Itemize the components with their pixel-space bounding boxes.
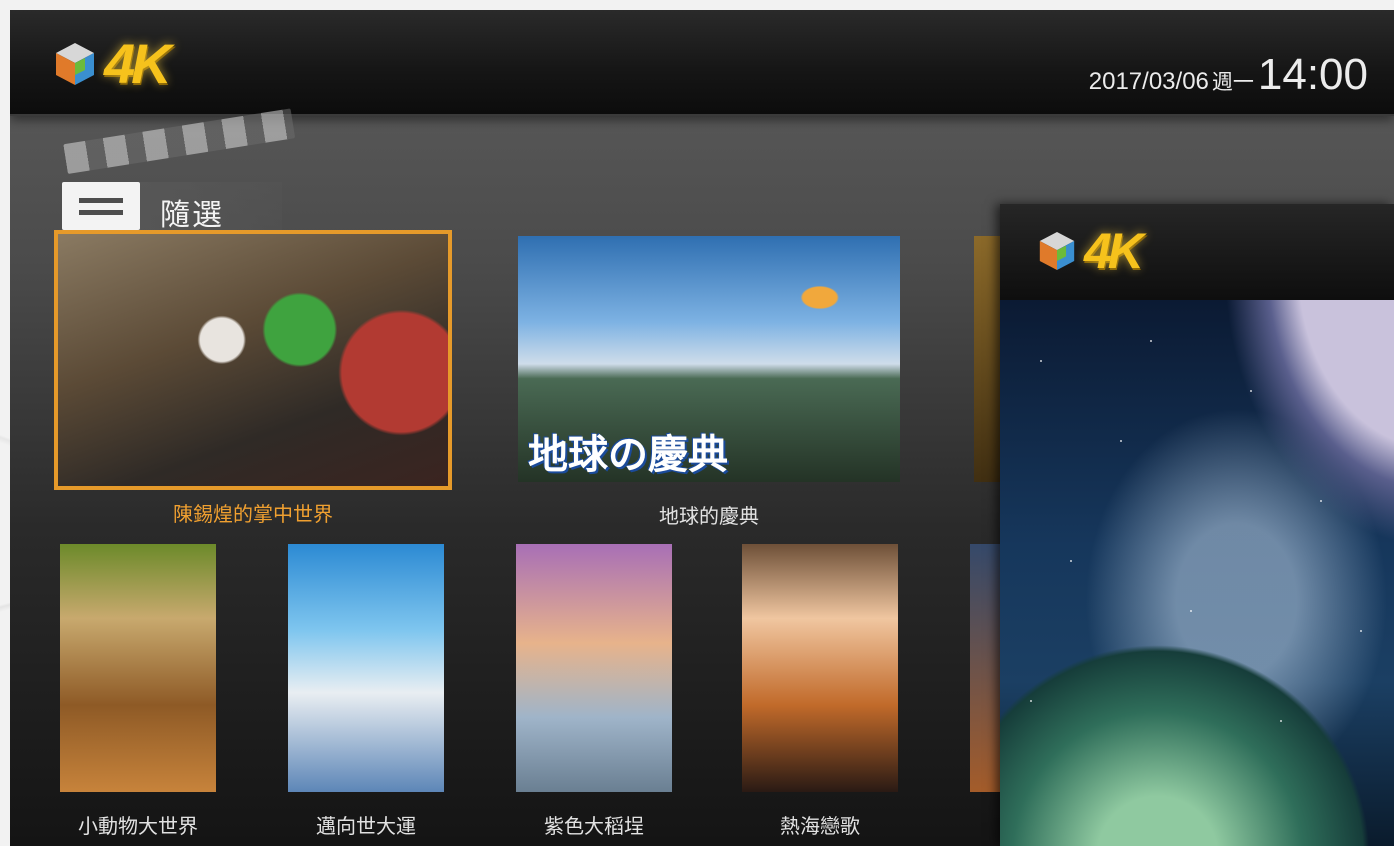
thumbnail-title-art: 地球の慶典 (528, 432, 728, 478)
featured-title: 地球的慶典 (659, 504, 759, 528)
space-background-image (1000, 300, 1394, 846)
menu-icon (79, 197, 123, 203)
poster-thumbnail (288, 544, 444, 792)
date-text: 2017/03/06 (1088, 68, 1209, 95)
tv-screen: 4K 2017/03/06 週一 14:00 隨選 陳錫煌的掌中世界 地球の慶典… (10, 10, 1394, 846)
logo-text: 4K (104, 32, 172, 95)
date-time: 2017/03/06 週一 14:00 (1089, 50, 1368, 100)
featured-card-2[interactable]: 地球の慶典 地球的慶典 (518, 236, 900, 536)
preview-overlay: 4K (1000, 204, 1394, 846)
featured-card-1[interactable]: 陳錫煌的掌中世界 (54, 230, 452, 534)
overlay-logo: 4K (1038, 223, 1144, 279)
poster-title: 紫色大稻埕 (544, 814, 644, 838)
featured-thumbnail (54, 230, 452, 490)
poster-card-2[interactable]: 邁向世大運 (288, 544, 444, 840)
cube-logo-icon (56, 43, 94, 85)
top-bar: 4K 2017/03/06 週一 14:00 (10, 10, 1394, 116)
menu-button[interactable] (62, 182, 140, 230)
poster-card-1[interactable]: 小動物大世界 (60, 544, 216, 840)
section-title: 隨選 (160, 198, 224, 233)
poster-card-3[interactable]: 紫色大稻埕 (516, 544, 672, 840)
clock-text: 14:00 (1257, 50, 1368, 99)
poster-thumbnail (60, 544, 216, 792)
weekday-text: 週一 (1211, 70, 1254, 94)
app-logo: 4K (54, 32, 172, 95)
cube-logo-icon (1039, 232, 1075, 270)
overlay-logo-text: 4K (1084, 223, 1144, 279)
poster-card-4[interactable]: 熱海戀歌 (742, 544, 898, 840)
featured-thumbnail: 地球の慶典 (518, 236, 900, 482)
poster-title: 邁向世大運 (316, 814, 416, 838)
overlay-header: 4K (1000, 204, 1394, 300)
poster-thumbnail (516, 544, 672, 792)
poster-thumbnail (742, 544, 898, 792)
poster-title: 熱海戀歌 (780, 814, 860, 838)
poster-title: 小動物大世界 (78, 814, 198, 838)
featured-title: 陳錫煌的掌中世界 (173, 502, 333, 526)
